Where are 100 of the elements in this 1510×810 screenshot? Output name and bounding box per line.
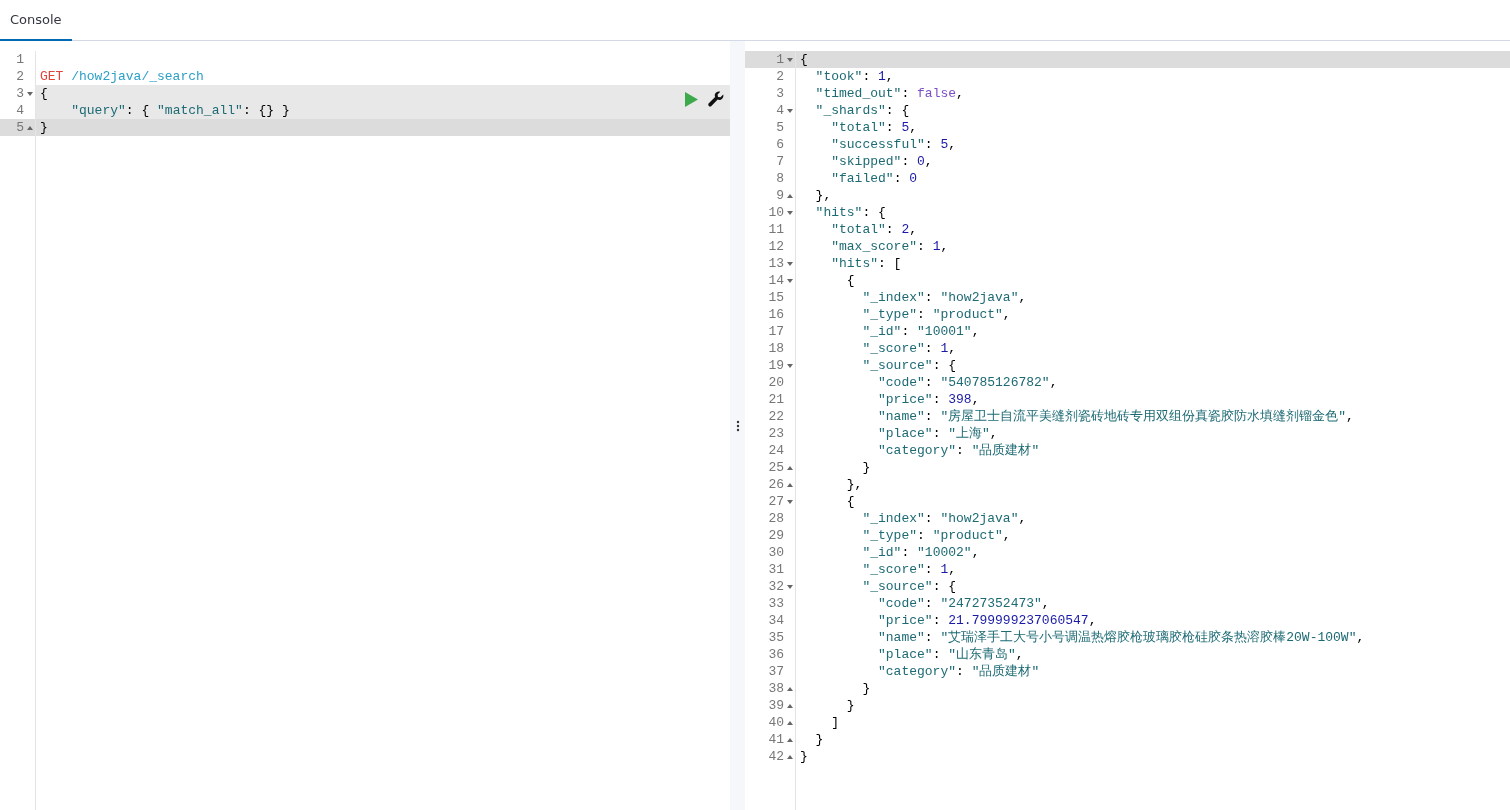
line-number: 4 [16, 102, 24, 119]
code-line: { [845, 273, 855, 288]
line-number: 38 [768, 680, 784, 697]
fold-up-icon[interactable] [787, 737, 793, 742]
line-number: 2 [776, 68, 784, 85]
fold-down-icon[interactable] [787, 278, 793, 283]
line-number: 5 [16, 119, 24, 136]
code-line: "successful": 5, [830, 137, 957, 152]
line-number: 15 [768, 289, 784, 306]
code-line: "total": 2, [830, 222, 918, 237]
code-line: "hits": [ [830, 256, 902, 271]
line-number: 8 [776, 170, 784, 187]
line-number: 27 [768, 493, 784, 510]
line-number: 28 [768, 510, 784, 527]
fold-down-icon[interactable] [787, 363, 793, 368]
line-number: 26 [768, 476, 784, 493]
code-line: "code": "24727352473", [877, 596, 1050, 611]
line-number: 12 [768, 238, 784, 255]
code-line: "price": 398, [877, 392, 980, 407]
fold-up-icon[interactable] [787, 482, 793, 487]
line-number: 21 [768, 391, 784, 408]
line-number: 14 [768, 272, 784, 289]
fold-up-icon[interactable] [787, 720, 793, 725]
code-line: "_index": "how2java", [861, 290, 1027, 305]
code-line: { [40, 86, 48, 101]
code-line: "price": 21.799999237060547, [877, 613, 1097, 628]
fold-down-icon[interactable] [787, 210, 793, 215]
line-number: 22 [768, 408, 784, 425]
line-number: 3 [776, 85, 784, 102]
line-number: 2 [16, 68, 24, 85]
code-line: "category": "品质建材" [877, 443, 1040, 458]
wrench-icon[interactable] [708, 91, 724, 107]
line-number: 3 [16, 85, 24, 102]
code-line: "query": { "match_all": {} } [70, 103, 290, 118]
line-number: 9 [776, 187, 784, 204]
code-line: } [814, 732, 824, 747]
code-line: { [800, 52, 808, 67]
fold-down-icon[interactable] [787, 584, 793, 589]
line-number: 39 [768, 697, 784, 714]
line-number: 33 [768, 595, 784, 612]
line-number: 24 [768, 442, 784, 459]
line-number: 19 [768, 357, 784, 374]
line-number: 29 [768, 527, 784, 544]
line-number: 18 [768, 340, 784, 357]
fold-up-icon[interactable] [787, 465, 793, 470]
fold-down-icon[interactable] [787, 108, 793, 113]
code-line: "place": "山东青岛", [877, 647, 1024, 662]
code-line: "_type": "product", [861, 307, 1011, 322]
line-number: 31 [768, 561, 784, 578]
line-number: 30 [768, 544, 784, 561]
code-line: } [845, 698, 855, 713]
code-line: } [861, 681, 871, 696]
code-line: "name": "房屋卫士自流平美缝剂瓷砖地砖专用双组份真瓷胶防水填缝剂镏金色", [877, 409, 1354, 424]
fold-down-icon[interactable] [787, 499, 793, 504]
line-number: 36 [768, 646, 784, 663]
code-line: "_score": 1, [861, 341, 957, 356]
line-number: 17 [768, 323, 784, 340]
code-line: { [845, 494, 855, 509]
fold-up-icon[interactable] [787, 193, 793, 198]
line-number: 25 [768, 459, 784, 476]
code-line: "place": "上海", [877, 426, 998, 441]
code-line: }, [814, 188, 832, 203]
line-number: 1 [16, 51, 24, 68]
fold-up-icon[interactable] [787, 686, 793, 691]
line-number: 7 [776, 153, 784, 170]
line-number: 32 [768, 578, 784, 595]
line-number: 37 [768, 663, 784, 680]
line-number: 16 [768, 306, 784, 323]
code-line: "_id": "10002", [861, 545, 980, 560]
code-line: ] [830, 715, 839, 730]
code-line: }, [845, 477, 863, 492]
line-number: 23 [768, 425, 784, 442]
code-line: "timed_out": false, [814, 86, 964, 101]
code-line: "_score": 1, [861, 562, 957, 577]
fold-down-icon[interactable] [787, 261, 793, 266]
line-number: 13 [768, 255, 784, 272]
code-line: "hits": { [814, 205, 886, 220]
code-line: "took": 1, [814, 69, 894, 84]
code-line: "max_score": 1, [830, 239, 949, 254]
line-number: 40 [768, 714, 784, 731]
code-line: } [40, 120, 48, 135]
line-number: 1 [776, 51, 784, 68]
code-line: "failed": 0 [830, 171, 918, 186]
fold-up-icon[interactable] [787, 754, 793, 759]
code-line: } [800, 749, 808, 764]
code-line: "code": "540785126782", [877, 375, 1058, 390]
fold-up-icon[interactable] [787, 703, 793, 708]
drag-handle-icon[interactable] [735, 419, 740, 432]
line-number: 5 [776, 119, 784, 136]
code-line: "category": "品质建材" [877, 664, 1040, 679]
line-number: 11 [768, 221, 784, 238]
code-line: "_id": "10001", [861, 324, 980, 339]
console-tab[interactable]: Console [0, 0, 72, 41]
code-line: "_source": { [861, 579, 957, 594]
code-line: } [861, 460, 871, 475]
line-number: 20 [768, 374, 784, 391]
line-number: 41 [768, 731, 784, 748]
line-number: 4 [776, 102, 784, 119]
code-line: "name": "艾瑞泽手工大号小号调温热熔胶枪玻璃胶枪硅胶条热溶胶棒20W-100W", [877, 630, 1365, 645]
line-number: 34 [768, 612, 784, 629]
